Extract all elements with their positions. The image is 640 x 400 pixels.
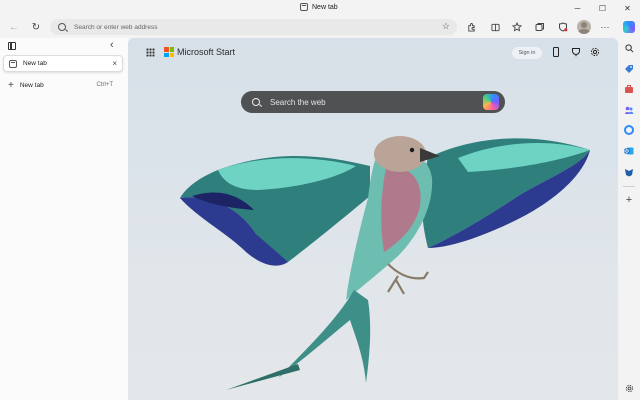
search-icon: [252, 98, 260, 106]
vertical-tabs-pane: ‹ New tab × + New tab Ctrl+T: [0, 38, 128, 400]
profile-avatar[interactable]: [577, 20, 591, 34]
collections-icon[interactable]: [533, 20, 547, 34]
browser-toolbar: ← ↻ ☆ ⋯: [0, 16, 640, 38]
search-icon[interactable]: [623, 42, 635, 54]
tab-label: New tab: [23, 60, 47, 67]
plus-icon: +: [8, 79, 14, 91]
rewards-icon[interactable]: [570, 46, 582, 58]
signin-button[interactable]: Sign in: [512, 47, 542, 59]
favorites-icon[interactable]: [510, 20, 524, 34]
address-input[interactable]: [74, 23, 424, 31]
office-icon[interactable]: [623, 124, 635, 136]
window-title-text: New tab: [312, 3, 338, 11]
tab-icon: [9, 59, 17, 68]
tab-new-tab[interactable]: New tab ×: [3, 55, 123, 72]
tabs-pane-header: ‹: [0, 38, 128, 54]
page-settings-icon[interactable]: [589, 46, 601, 58]
microsoft-logo-icon: [164, 47, 174, 57]
back-button[interactable]: ←: [7, 20, 21, 34]
people-icon[interactable]: [623, 104, 635, 116]
copilot-sidebar-icon[interactable]: [623, 21, 635, 33]
app-launcher-icon[interactable]: [146, 48, 155, 57]
maximize-button[interactable]: ☐: [590, 0, 615, 16]
tab-icon: [300, 3, 308, 11]
start-header: Microsoft Start Sign in: [128, 38, 618, 68]
minimize-button[interactable]: ─: [565, 0, 590, 16]
games-icon[interactable]: [623, 166, 635, 178]
new-tab-button[interactable]: + New tab Ctrl+T: [3, 78, 123, 92]
collapse-pane-icon[interactable]: ‹: [110, 39, 114, 51]
copilot-icon[interactable]: [483, 94, 499, 110]
brand-name[interactable]: Microsoft Start: [177, 47, 235, 57]
tab-actions-icon[interactable]: [8, 42, 16, 50]
address-bar[interactable]: ☆: [50, 19, 457, 35]
more-options-icon[interactable]: ⋯: [598, 20, 612, 34]
close-window-button[interactable]: ✕: [615, 0, 640, 16]
tag-icon[interactable]: [623, 63, 635, 75]
favorite-star-icon[interactable]: ☆: [442, 21, 450, 32]
toolbox-icon[interactable]: [623, 83, 635, 95]
window-controls: ─ ☐ ✕: [565, 0, 640, 16]
search-icon: [58, 23, 66, 31]
web-search-input[interactable]: [270, 97, 470, 107]
extensions-icon[interactable]: [464, 20, 478, 34]
new-tab-shortcut: Ctrl+T: [96, 82, 114, 88]
new-tab-label: New tab: [19, 81, 44, 89]
sidebar-divider: [623, 186, 635, 187]
settings-icon[interactable]: [623, 382, 635, 394]
browser-essentials-icon[interactable]: [556, 20, 570, 34]
title-bar: New tab ─ ☐ ✕: [0, 0, 640, 16]
right-sidebar: +: [618, 16, 640, 400]
start-page: Microsoft Start Sign in: [128, 38, 618, 400]
window-title: New tab: [300, 3, 338, 11]
split-screen-icon[interactable]: [488, 20, 502, 34]
web-search-box[interactable]: [241, 91, 505, 113]
phone-icon[interactable]: [550, 46, 562, 58]
outlook-icon[interactable]: [623, 145, 635, 157]
refresh-button[interactable]: ↻: [29, 20, 43, 34]
close-tab-icon[interactable]: ×: [112, 59, 117, 68]
add-icon[interactable]: +: [623, 194, 635, 206]
